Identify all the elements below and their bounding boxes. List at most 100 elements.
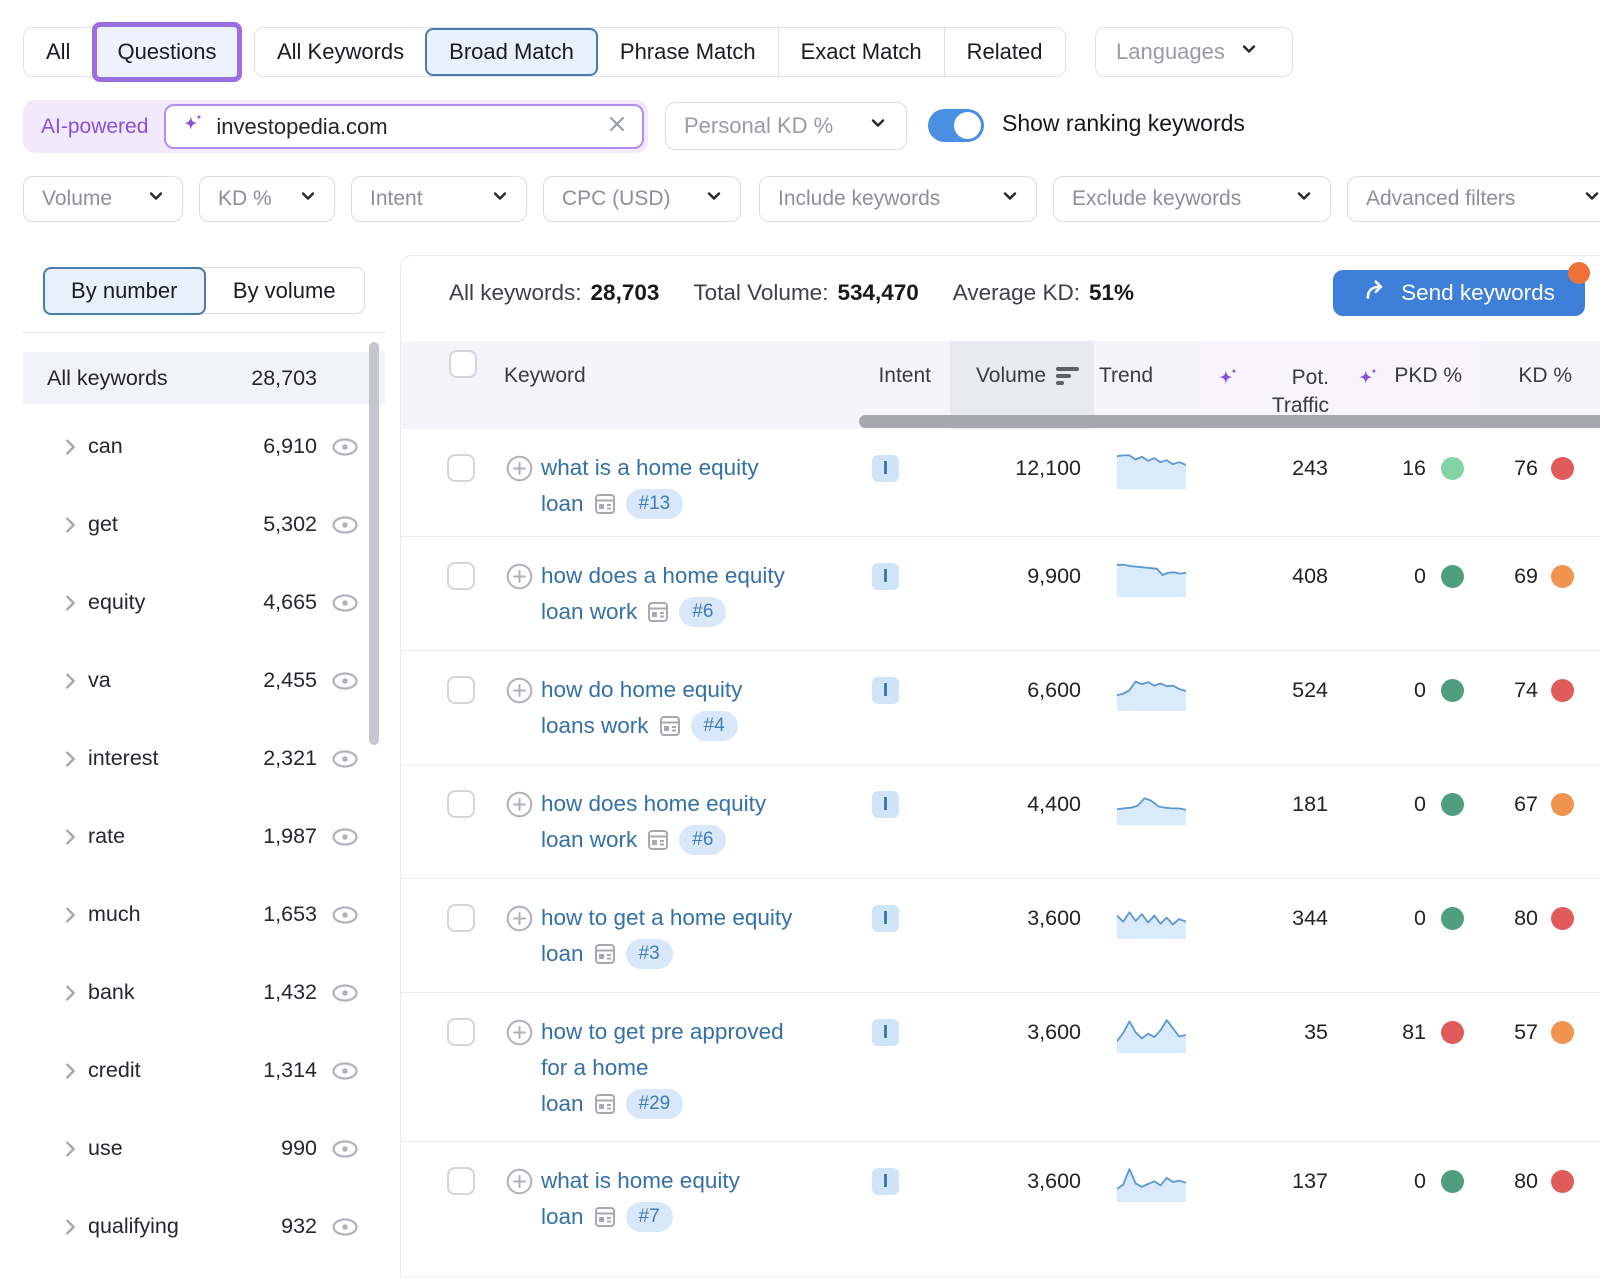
chevron-right-icon[interactable] <box>59 1216 81 1243</box>
eye-icon[interactable] <box>330 901 360 934</box>
keyword-link[interactable]: how to get pre approvedfor a homeloan#29 <box>541 1014 891 1122</box>
row-checkbox[interactable] <box>447 676 475 704</box>
tab-exact-match[interactable]: Exact Match <box>778 28 944 76</box>
chevron-right-icon[interactable] <box>59 670 81 697</box>
keyword-link[interactable]: what is a home equityloan#13 <box>541 450 891 522</box>
sidebar-keyword-group[interactable]: rate 1,987 <box>23 798 385 876</box>
row-checkbox[interactable] <box>447 562 475 590</box>
keyword-text[interactable]: how does home equity <box>541 786 766 822</box>
eye-icon[interactable] <box>330 823 360 856</box>
keyword-text[interactable]: loan work <box>541 594 637 630</box>
horizontal-scrollbar[interactable] <box>859 415 1600 428</box>
keyword-text[interactable]: how does a home equity <box>541 558 785 594</box>
tab-all[interactable]: All <box>24 28 92 76</box>
keyword-text[interactable]: loan <box>541 1199 584 1235</box>
eye-icon[interactable] <box>330 1135 360 1168</box>
row-checkbox[interactable] <box>447 790 475 818</box>
all-keywords-group[interactable]: All keywords 28,703 <box>23 352 385 404</box>
row-checkbox[interactable] <box>447 1167 475 1195</box>
eye-icon[interactable] <box>330 511 360 544</box>
add-keyword-icon[interactable] <box>506 1168 533 1200</box>
chevron-right-icon[interactable] <box>59 982 81 1009</box>
keyword-text[interactable]: what is home equity <box>541 1163 740 1199</box>
keyword-text-line[interactable]: what is a home equity <box>541 450 891 486</box>
add-keyword-icon[interactable] <box>506 563 533 595</box>
sidebar-keyword-group[interactable]: bank 1,432 <box>23 954 385 1032</box>
sidebar-keyword-group[interactable]: qualifying 932 <box>23 1188 385 1266</box>
filter-volume[interactable]: Volume <box>23 176 183 222</box>
tab-questions[interactable]: Questions <box>92 22 241 82</box>
keyword-text[interactable]: how to get a home equity <box>541 900 792 936</box>
personal-kd-dropdown[interactable]: Personal KD % <box>665 102 907 150</box>
keyword-text-line[interactable]: loan#29 <box>541 1086 891 1122</box>
keyword-text-line[interactable]: loan work#6 <box>541 822 891 858</box>
keyword-link[interactable]: how do home equityloans work#4 <box>541 672 891 744</box>
add-keyword-icon[interactable] <box>506 1019 533 1051</box>
keyword-text[interactable]: for a home <box>541 1050 649 1086</box>
keyword-text[interactable]: how do home equity <box>541 672 742 708</box>
tab-related[interactable]: Related <box>944 28 1065 76</box>
keyword-link[interactable]: how does home equityloan work#6 <box>541 786 891 858</box>
search-input[interactable]: investopedia.com <box>164 104 644 149</box>
chevron-right-icon[interactable] <box>59 1138 81 1165</box>
keyword-text-line[interactable]: loan#3 <box>541 936 891 972</box>
keyword-text-line[interactable]: for a home <box>541 1050 891 1086</box>
keyword-text[interactable]: how to get pre approved <box>541 1014 784 1050</box>
sidebar-keyword-group[interactable]: can 6,910 <box>23 408 385 486</box>
col-volume-sort[interactable]: Volume <box>976 364 1079 388</box>
add-keyword-icon[interactable] <box>506 791 533 823</box>
eye-icon[interactable] <box>330 433 360 466</box>
keyword-link[interactable]: how to get a home equityloan#3 <box>541 900 891 972</box>
filter-intent[interactable]: Intent <box>351 176 527 222</box>
row-checkbox[interactable] <box>447 1018 475 1046</box>
keyword-text[interactable]: loan <box>541 1086 584 1122</box>
keyword-text-line[interactable]: what is home equity <box>541 1163 891 1199</box>
keyword-text[interactable]: loan work <box>541 822 637 858</box>
chevron-right-icon[interactable] <box>59 514 81 541</box>
eye-icon[interactable] <box>330 1057 360 1090</box>
eye-icon[interactable] <box>330 589 360 622</box>
select-all-checkbox[interactable] <box>449 350 477 378</box>
show-ranking-keywords-toggle[interactable] <box>928 109 984 142</box>
filter-cpc-usd-[interactable]: CPC (USD) <box>543 176 741 222</box>
tab-all-keywords[interactable]: All Keywords <box>255 28 426 76</box>
sort-tab-by-volume[interactable]: By volume <box>205 268 365 313</box>
keyword-link[interactable]: what is home equityloan#7 <box>541 1163 891 1235</box>
sidebar-keyword-group[interactable]: much 1,653 <box>23 876 385 954</box>
sidebar-keyword-group[interactable]: get 5,302 <box>23 486 385 564</box>
keyword-text-line[interactable]: loans work#4 <box>541 708 891 744</box>
keyword-text-line[interactable]: loan work#6 <box>541 594 891 630</box>
keyword-text-line[interactable]: how does a home equity <box>541 558 891 594</box>
chevron-right-icon[interactable] <box>59 826 81 853</box>
eye-icon[interactable] <box>330 979 360 1012</box>
sidebar-keyword-group[interactable]: equity 4,665 <box>23 564 385 642</box>
chevron-right-icon[interactable] <box>59 1060 81 1087</box>
keyword-text-line[interactable]: how to get a home equity <box>541 900 891 936</box>
keyword-text-line[interactable]: loan#13 <box>541 486 891 522</box>
keyword-text[interactable]: loan <box>541 936 584 972</box>
keyword-text-line[interactable]: how does home equity <box>541 786 891 822</box>
add-keyword-icon[interactable] <box>506 455 533 487</box>
chevron-right-icon[interactable] <box>59 904 81 931</box>
keyword-text-line[interactable]: how to get pre approved <box>541 1014 891 1050</box>
keyword-text[interactable]: loan <box>541 486 584 522</box>
eye-icon[interactable] <box>330 745 360 778</box>
add-keyword-icon[interactable] <box>506 905 533 937</box>
sidebar-keyword-group[interactable]: va 2,455 <box>23 642 385 720</box>
tab-broad-match[interactable]: Broad Match <box>425 28 598 76</box>
row-checkbox[interactable] <box>447 454 475 482</box>
chevron-right-icon[interactable] <box>59 748 81 775</box>
keyword-text[interactable]: loans work <box>541 708 649 744</box>
send-keywords-button[interactable]: Send keywords <box>1333 270 1585 316</box>
languages-dropdown[interactable]: Languages <box>1095 27 1293 77</box>
filter-kd-[interactable]: KD % <box>199 176 335 222</box>
eye-icon[interactable] <box>330 667 360 700</box>
filter-include-keywords[interactable]: Include keywords <box>759 176 1037 222</box>
sidebar-keyword-group[interactable]: use 990 <box>23 1110 385 1188</box>
sidebar-keyword-group[interactable]: credit 1,314 <box>23 1032 385 1110</box>
chevron-right-icon[interactable] <box>59 592 81 619</box>
filter-advanced-filters[interactable]: Advanced filters <box>1347 176 1600 222</box>
keyword-text-line[interactable]: loan#7 <box>541 1199 891 1235</box>
keyword-text[interactable]: what is a home equity <box>541 450 759 486</box>
sidebar-scrollbar[interactable] <box>369 342 379 745</box>
